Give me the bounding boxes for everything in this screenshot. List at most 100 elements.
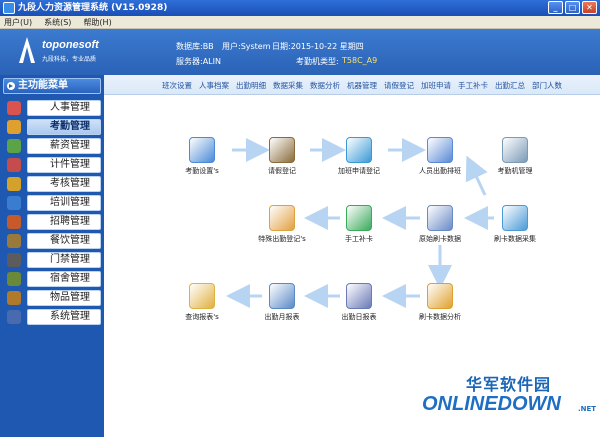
sidebar-item[interactable]: 门禁管理 xyxy=(3,251,101,270)
tab-link[interactable]: 部门人数 xyxy=(532,80,562,91)
sidebar-title[interactable]: 主功能菜单 xyxy=(3,78,101,94)
daily-report-icon xyxy=(346,283,372,309)
sidebar-item[interactable]: 系统管理 xyxy=(3,308,101,327)
flow-node-manual[interactable]: 手工补卡 xyxy=(322,205,396,244)
logo-text: toponesoft xyxy=(42,39,99,51)
tab-link[interactable]: 手工补卡 xyxy=(458,80,488,91)
sidebar-item[interactable]: 培训管理 xyxy=(3,194,101,213)
flow-node-daily[interactable]: 出勤日报表 xyxy=(322,283,396,322)
flow-node-analysis[interactable]: 刷卡数据分析 xyxy=(403,283,477,322)
flow-node-schedule[interactable]: 人员出勤排班 xyxy=(403,137,477,176)
sidebar-item-label: 招聘管理 xyxy=(27,214,101,230)
window-title: 九段人力资源管理系统 (V15.0928) xyxy=(18,3,168,13)
tab-link[interactable]: 数据分析 xyxy=(310,80,340,91)
flow-node-leave[interactable]: 请假登记 xyxy=(245,137,319,176)
dorm-icon xyxy=(7,272,21,286)
flow-node-label: 特殊出勤登记's xyxy=(258,235,306,243)
data-collect-icon xyxy=(502,205,528,231)
tab-link[interactable]: 请假登记 xyxy=(384,80,414,91)
sidebar-item-label: 考勤管理 xyxy=(27,119,101,135)
sidebar-title-label: 主功能菜单 xyxy=(18,80,68,91)
flow-node-label: 手工补卡 xyxy=(345,235,373,243)
maximize-button[interactable]: □ xyxy=(565,1,580,14)
tab-link[interactable]: 数据采集 xyxy=(273,80,303,91)
special-register-icon xyxy=(269,205,295,231)
sidebar-item[interactable]: 薪资管理 xyxy=(3,137,101,156)
logo-mark-icon xyxy=(19,37,35,63)
sidebar-item-label: 门禁管理 xyxy=(27,252,101,268)
money-icon xyxy=(7,139,21,153)
flow-node-machine[interactable]: 考勤机管理 xyxy=(478,137,552,176)
tab-link[interactable]: 加班申请 xyxy=(421,80,451,91)
query-report-icon xyxy=(189,283,215,309)
training-icon xyxy=(7,196,21,210)
dining-icon xyxy=(7,234,21,248)
schedule-icon xyxy=(427,137,453,163)
people-icon xyxy=(7,101,21,115)
door-icon xyxy=(7,253,21,267)
menu-help[interactable]: 帮助(H) xyxy=(83,17,111,28)
tab-strip: 班次设置 人事档案 出勤明细 数据采集 数据分析 机器管理 请假登记 加班申请 手工补卡 出勤汇总… xyxy=(104,75,600,95)
attendance-machine-icon xyxy=(502,137,528,163)
piece-icon xyxy=(7,158,21,172)
close-button[interactable]: ✕ xyxy=(582,1,597,14)
menu-user[interactable]: 用户(U) xyxy=(4,17,32,28)
watermark-top: 华军软件园 xyxy=(466,375,552,394)
flow-node-label: 出勤月报表 xyxy=(264,313,300,321)
watermark-bottom: ONLINEDOWN xyxy=(422,393,561,415)
flow-node-shift[interactable]: 考勤设置's xyxy=(165,137,239,176)
sidebar-list: 人事管理考勤管理薪资管理计件管理考核管理 培训管理招聘管理餐饮管理门禁管理宿舍管理… xyxy=(3,99,101,327)
header: toponesoft 九段科技，专业品质 数据库:BB 用户:System 日期… xyxy=(0,29,600,75)
logo: toponesoft 九段科技，专业品质 xyxy=(14,33,99,69)
flow-node-label: 考勤设置's xyxy=(185,167,219,175)
title-bar: 九段人力资源管理系统 (V15.0928) _ □ ✕ xyxy=(0,0,600,16)
sidebar-item[interactable]: 餐饮管理 xyxy=(3,232,101,251)
data-analysis-icon xyxy=(427,283,453,309)
flow-node-label: 加班申请登记 xyxy=(338,167,380,175)
sidebar-item-label: 人事管理 xyxy=(27,100,101,116)
sidebar-item-label: 薪资管理 xyxy=(27,138,101,154)
flow-node-raw[interactable]: 原始刷卡数据 xyxy=(403,205,477,244)
watermark: 华军软件园 ONLINEDOWN .NET xyxy=(416,369,600,437)
tab-link[interactable]: 出勤汇总 xyxy=(495,80,525,91)
flow-node-query[interactable]: 查询报表's xyxy=(165,283,239,322)
leave-register-icon xyxy=(269,137,295,163)
recruit-icon xyxy=(7,215,21,229)
server-info: 服务器:ALIN xyxy=(176,57,221,66)
sidebar-item-label: 宿舍管理 xyxy=(27,271,101,287)
flow-node-label: 请假登记 xyxy=(268,167,296,175)
sidebar-item-label: 计件管理 xyxy=(27,157,101,173)
flow-node-label: 原始刷卡数据 xyxy=(419,235,461,243)
sidebar-item[interactable]: 招聘管理 xyxy=(3,213,101,232)
sidebar-item[interactable]: 考核管理 xyxy=(3,175,101,194)
sidebar-item-label: 餐饮管理 xyxy=(27,233,101,249)
tab-link[interactable]: 机器管理 xyxy=(347,80,377,91)
tab-link[interactable]: 班次设置 xyxy=(162,80,192,91)
sidebar-item[interactable]: 考勤管理 xyxy=(3,118,101,137)
sidebar-item-label: 培训管理 xyxy=(27,195,101,211)
monthly-report-icon xyxy=(269,283,295,309)
goods-icon xyxy=(7,291,21,305)
flow-node-label: 考勤机管理 xyxy=(497,167,533,175)
sidebar-item[interactable]: 宿舍管理 xyxy=(3,270,101,289)
shift-setting-icon xyxy=(189,137,215,163)
minimize-button[interactable]: _ xyxy=(548,1,563,14)
database-info: 数据库:BB xyxy=(176,42,214,51)
flow-node-special[interactable]: 特殊出勤登记's xyxy=(245,205,319,244)
sidebar: 主功能菜单 人事管理考勤管理薪资管理计件管理考核管理 培训管理招聘管理餐饮管理门禁… xyxy=(0,75,104,437)
sidebar-item[interactable]: 物品管理 xyxy=(3,289,101,308)
sidebar-item[interactable]: 人事管理 xyxy=(3,99,101,118)
flow-node-collect[interactable]: 刷卡数据采集 xyxy=(478,205,552,244)
flow-node-overtime[interactable]: 加班申请登记 xyxy=(322,137,396,176)
logo-subtitle: 九段科技，专业品质 xyxy=(42,56,97,63)
sidebar-item[interactable]: 计件管理 xyxy=(3,156,101,175)
tab-link[interactable]: 人事档案 xyxy=(199,80,229,91)
menu-system[interactable]: 系统(S) xyxy=(44,17,71,28)
tab-list: 班次设置 人事档案 出勤明细 数据采集 数据分析 机器管理 请假登记 加班申请 手工补卡 出勤汇总… xyxy=(162,80,562,91)
tab-link[interactable]: 出勤明细 xyxy=(236,80,266,91)
watermark-suffix: .NET xyxy=(578,405,597,413)
flow-node-label: 刷卡数据分析 xyxy=(419,313,461,321)
date-info: 日期:2015-10-22 星期四 xyxy=(272,42,364,51)
flow-node-monthly[interactable]: 出勤月报表 xyxy=(245,283,319,322)
flow-node-label: 人员出勤排班 xyxy=(419,167,461,175)
